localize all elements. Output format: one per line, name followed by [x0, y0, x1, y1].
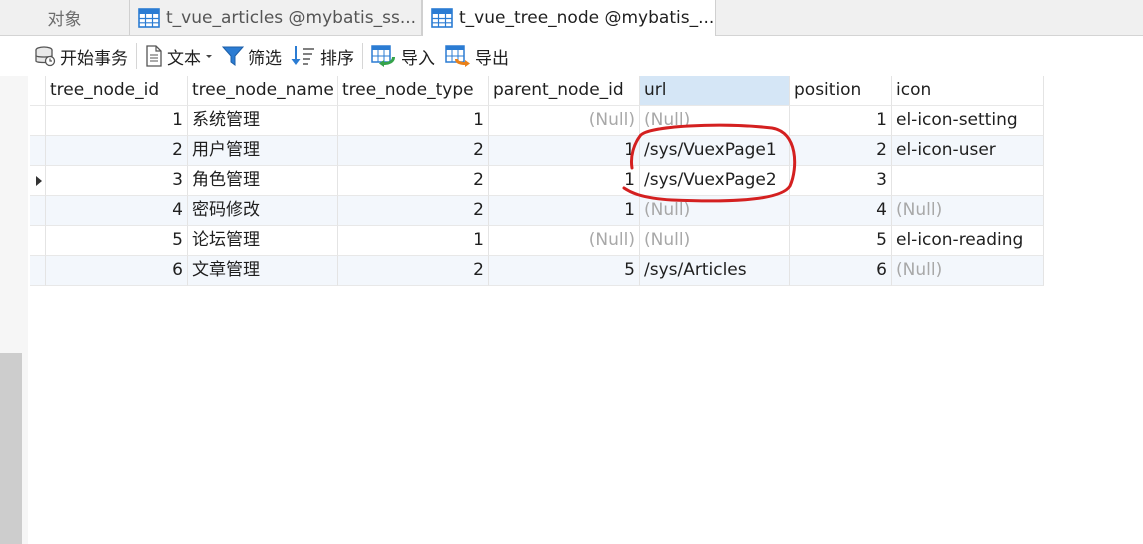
sort-button[interactable]: 排序 — [290, 36, 354, 76]
column-header-tree-node-type[interactable]: tree_node_type — [338, 76, 489, 106]
cell-tree-node-type[interactable]: 2 — [338, 196, 489, 226]
cell-tree-node-type[interactable]: 2 — [338, 136, 489, 166]
cell-tree-node-id[interactable]: 5 — [46, 226, 188, 256]
table-icon — [138, 7, 160, 28]
tab-label: t_vue_tree_node @mybatis_... — [459, 8, 715, 28]
toolbar: 开始事务 文本 筛选 排序 导入 导出 — [0, 36, 1143, 76]
table-icon — [431, 8, 453, 28]
cell-tree-node-name[interactable]: 角色管理 — [188, 166, 338, 196]
left-scrollbar-thumb[interactable] — [0, 353, 22, 544]
cell-url[interactable]: /sys/VuexPage1 — [640, 136, 790, 166]
cell-url[interactable]: /sys/VuexPage2 — [640, 166, 790, 196]
current-row-marker-icon — [36, 176, 42, 186]
tab-objects-label: 对象 — [47, 10, 82, 30]
filter-label: 筛选 — [248, 48, 282, 69]
toolbar-divider — [362, 43, 363, 69]
tab-t-vue-tree-node[interactable]: t_vue_tree_node @mybatis_... — [422, 0, 716, 36]
toolbar-divider — [136, 43, 137, 69]
cell-parent-node-id[interactable]: 1 — [489, 166, 640, 196]
cell-url[interactable]: (Null) — [640, 196, 790, 226]
column-header-tree-node-id[interactable]: tree_node_id — [46, 76, 188, 106]
row-header[interactable] — [30, 226, 46, 256]
cell-position[interactable]: 5 — [790, 226, 892, 256]
row-header[interactable] — [30, 166, 46, 196]
table-row[interactable]: 2 用户管理 2 1/sys/VuexPage1 2 el-icon-user — [30, 136, 1044, 166]
cell-icon[interactable]: (Null) — [892, 256, 1044, 286]
export-icon — [445, 45, 470, 67]
begin-transaction-button[interactable]: 开始事务 — [34, 36, 128, 76]
text-menu-label: 文本 — [167, 48, 201, 69]
column-header-position[interactable]: position — [790, 76, 892, 106]
tab-objects[interactable]: 对象 — [0, 0, 130, 35]
cell-position[interactable]: 3 — [790, 166, 892, 196]
import-label: 导入 — [401, 48, 435, 69]
table-row[interactable]: 4 密码修改 2 1 (Null) 4 (Null) — [30, 196, 1044, 226]
table-row[interactable]: 1 系统管理 1 (Null) (Null) 1 el-icon-setting — [30, 106, 1044, 136]
cell-icon[interactable]: el-icon-user — [892, 136, 1044, 166]
table-row[interactable]: 3 角色管理 2 1/sys/VuexPage2 3 — [30, 166, 1044, 196]
cell-tree-node-id[interactable]: 3 — [46, 166, 188, 196]
cell-position[interactable]: 1 — [790, 106, 892, 136]
row-header-corner — [30, 76, 46, 106]
sort-label: 排序 — [320, 48, 354, 69]
row-header[interactable] — [30, 136, 46, 166]
cell-icon[interactable]: el-icon-reading — [892, 226, 1044, 256]
row-header[interactable] — [30, 196, 46, 226]
database-icon — [35, 46, 56, 67]
cell-tree-node-name[interactable]: 系统管理 — [188, 106, 338, 136]
cell-icon[interactable] — [892, 166, 1044, 196]
cell-position[interactable]: 6 — [790, 256, 892, 286]
cell-parent-node-id[interactable]: 5 — [489, 256, 640, 286]
cell-url[interactable]: (Null) — [640, 106, 790, 136]
cell-parent-node-id[interactable]: (Null) — [489, 106, 640, 136]
cell-tree-node-id[interactable]: 6 — [46, 256, 188, 286]
row-header[interactable] — [30, 256, 46, 286]
cell-parent-node-id[interactable]: 1 — [489, 196, 640, 226]
cell-tree-node-id[interactable]: 4 — [46, 196, 188, 226]
document-icon — [146, 45, 162, 67]
cell-tree-node-name[interactable]: 文章管理 — [188, 256, 338, 286]
cell-tree-node-id[interactable]: 2 — [46, 136, 188, 166]
cell-tree-node-name[interactable]: 密码修改 — [188, 196, 338, 226]
cell-tree-node-type[interactable]: 1 — [338, 226, 489, 256]
column-header-icon[interactable]: icon — [892, 76, 1044, 106]
export-label: 导出 — [475, 48, 509, 69]
table-row[interactable]: 6 文章管理 2 5/sys/Articles 6 (Null) — [30, 256, 1044, 286]
cell-tree-node-type[interactable]: 2 — [338, 256, 489, 286]
column-header-url[interactable]: url — [640, 76, 790, 106]
row-header[interactable] — [30, 106, 46, 136]
cell-parent-node-id[interactable]: (Null) — [489, 226, 640, 256]
export-button[interactable]: 导出 — [445, 36, 509, 76]
tab-label: t_vue_articles @mybatis_ss... — [166, 7, 417, 28]
header-row: tree_node_id tree_node_name tree_node_type… — [30, 76, 1044, 106]
import-button[interactable]: 导入 — [371, 36, 435, 76]
begin-transaction-label: 开始事务 — [60, 48, 128, 69]
cell-icon[interactable]: (Null) — [892, 196, 1044, 226]
cell-url[interactable]: (Null) — [640, 226, 790, 256]
cell-tree-node-type[interactable]: 2 — [338, 166, 489, 196]
column-header-parent-node-id[interactable]: parent_node_id — [489, 76, 640, 106]
import-icon — [371, 45, 395, 67]
filter-button[interactable]: 筛选 — [222, 36, 282, 76]
cell-tree-node-type[interactable]: 1 — [338, 106, 489, 136]
tab-t-vue-articles[interactable]: t_vue_articles @mybatis_ss... — [130, 0, 422, 35]
column-header-tree-node-name[interactable]: tree_node_name — [188, 76, 338, 106]
cell-tree-node-name[interactable]: 论坛管理 — [188, 226, 338, 256]
text-menu-button[interactable]: 文本 — [145, 36, 218, 76]
table-row[interactable]: 5 论坛管理 1 (Null) (Null) 5 el-icon-reading — [30, 226, 1044, 256]
tab-bar: 对象 t_vue_articles @mybatis_ss... t_vue_t… — [0, 0, 1143, 36]
chevron-down-icon — [206, 55, 212, 58]
cell-url[interactable]: /sys/Articles — [640, 256, 790, 286]
cell-tree-node-name[interactable]: 用户管理 — [188, 136, 338, 166]
sort-icon — [291, 46, 314, 65]
cell-tree-node-id[interactable]: 1 — [46, 106, 188, 136]
cell-icon[interactable]: el-icon-setting — [892, 106, 1044, 136]
filter-funnel-icon — [222, 46, 244, 66]
cell-position[interactable]: 4 — [790, 196, 892, 226]
cell-position[interactable]: 2 — [790, 136, 892, 166]
cell-parent-node-id[interactable]: 1 — [489, 136, 640, 166]
